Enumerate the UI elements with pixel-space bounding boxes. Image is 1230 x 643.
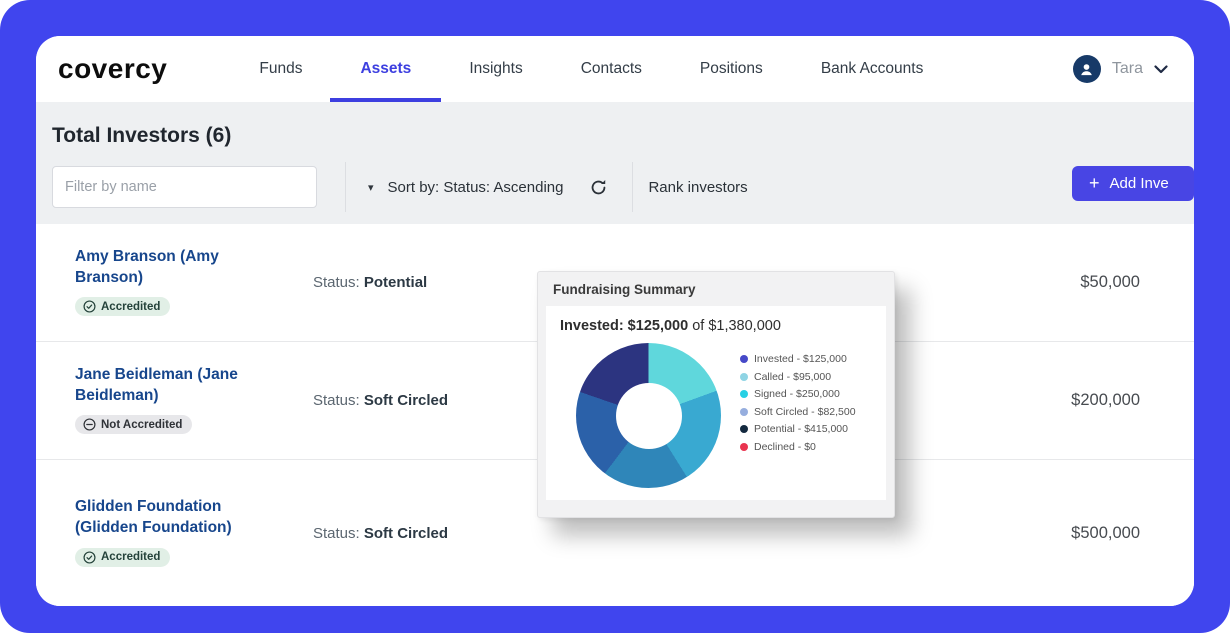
donut-chart bbox=[576, 343, 721, 488]
legend-item: Signed - $250,000 bbox=[740, 388, 856, 400]
legend-item: Declined - $0 bbox=[740, 441, 856, 453]
invested-summary: Invested: $125,000 of $1,380,000 bbox=[560, 318, 872, 334]
investor-amount: $500,000 bbox=[1071, 524, 1140, 543]
investor-name-block: Amy Branson (Amy Branson) Accredited bbox=[75, 247, 273, 319]
app-header: covercy Funds Assets Insights Contacts P… bbox=[36, 36, 1194, 102]
plus-icon: + bbox=[1089, 173, 1100, 194]
investor-status: Status: Potential bbox=[313, 274, 427, 291]
user-name: Tara bbox=[1112, 60, 1143, 78]
check-circle-icon bbox=[83, 300, 96, 313]
status-label: Status: bbox=[313, 274, 360, 291]
legend-dot bbox=[740, 355, 748, 363]
nav-tab-assets[interactable]: Assets bbox=[360, 36, 411, 102]
investor-amount: $200,000 bbox=[1071, 391, 1140, 410]
toolbar-divider bbox=[632, 162, 633, 212]
investor-name-link[interactable]: Jane Beidleman (Jane Beidleman) bbox=[75, 365, 273, 407]
legend-label: Declined - $0 bbox=[754, 441, 816, 453]
investor-name-link[interactable]: Amy Branson (Amy Branson) bbox=[75, 247, 273, 289]
investor-name-block: Glidden Foundation (Glidden Foundation) … bbox=[75, 497, 273, 569]
popup-body: Invested: $125,000 of $1,380,000 Investe… bbox=[546, 306, 886, 500]
rank-investors-button[interactable]: Rank investors bbox=[648, 179, 747, 196]
add-investor-button[interactable]: + Add Inve bbox=[1072, 166, 1194, 201]
nav-tab-insights[interactable]: Insights bbox=[469, 36, 522, 102]
legend-label: Signed - $250,000 bbox=[754, 388, 840, 400]
filter-by-name-input[interactable] bbox=[52, 166, 317, 208]
nav-tab-contacts[interactable]: Contacts bbox=[581, 36, 642, 102]
accredited-badge: Accredited bbox=[75, 297, 170, 316]
toolbar-divider bbox=[345, 162, 346, 212]
investor-name-link[interactable]: Glidden Foundation (Glidden Foundation) bbox=[75, 497, 273, 539]
invested-total: of $1,380,000 bbox=[688, 318, 781, 334]
accredited-badge: Accredited bbox=[75, 548, 170, 567]
donut-hole bbox=[616, 383, 682, 449]
legend-item: Potential - $415,000 bbox=[740, 423, 856, 435]
chart-area: Invested - $125,000 Called - $95,000 Sig… bbox=[560, 343, 872, 488]
status-label: Status: bbox=[313, 525, 360, 542]
legend-dot bbox=[740, 425, 748, 433]
legend-label: Invested - $125,000 bbox=[754, 353, 847, 365]
investor-status: Status: Soft Circled bbox=[313, 525, 448, 542]
legend-item: Soft Circled - $82,500 bbox=[740, 406, 856, 418]
status-value: Soft Circled bbox=[364, 525, 448, 542]
legend-item: Invested - $125,000 bbox=[740, 353, 856, 365]
legend-dot bbox=[740, 443, 748, 451]
nav-tab-positions[interactable]: Positions bbox=[700, 36, 763, 102]
user-menu[interactable]: Tara bbox=[1073, 55, 1168, 83]
refresh-icon[interactable] bbox=[589, 178, 608, 197]
legend-dot bbox=[740, 390, 748, 398]
chevron-down-icon bbox=[1154, 65, 1168, 74]
status-label: Status: bbox=[313, 392, 360, 409]
app-window: covercy Funds Assets Insights Contacts P… bbox=[36, 36, 1194, 606]
legend-label: Potential - $415,000 bbox=[754, 423, 848, 435]
sort-by-control[interactable]: Sort by: Status: Ascending bbox=[388, 179, 564, 196]
page-title: Total Investors (6) bbox=[36, 102, 1194, 162]
badge-label: Accredited bbox=[101, 551, 160, 563]
legend-label: Soft Circled - $82,500 bbox=[754, 406, 856, 418]
investor-amount: $50,000 bbox=[1080, 273, 1140, 292]
add-investor-label: Add Inve bbox=[1110, 175, 1169, 192]
fundraising-summary-popup: Fundraising Summary Invested: $125,000 o… bbox=[537, 271, 895, 518]
main-nav: Funds Assets Insights Contacts Positions… bbox=[259, 36, 923, 102]
status-value: Soft Circled bbox=[364, 392, 448, 409]
popup-title: Fundraising Summary bbox=[538, 272, 894, 306]
nav-tab-funds[interactable]: Funds bbox=[259, 36, 302, 102]
chart-legend: Invested - $125,000 Called - $95,000 Sig… bbox=[740, 353, 856, 488]
not-accredited-badge: Not Accredited bbox=[75, 415, 192, 434]
check-circle-icon bbox=[83, 551, 96, 564]
status-value: Potential bbox=[364, 274, 427, 291]
legend-dot bbox=[740, 373, 748, 381]
nav-tab-bank-accounts[interactable]: Bank Accounts bbox=[821, 36, 924, 102]
invested-amount: Invested: $125,000 bbox=[560, 318, 688, 334]
legend-dot bbox=[740, 408, 748, 416]
investor-status: Status: Soft Circled bbox=[313, 392, 448, 409]
badge-label: Not Accredited bbox=[101, 419, 182, 431]
covercy-logo: covercy bbox=[58, 53, 167, 85]
badge-label: Accredited bbox=[101, 301, 160, 313]
legend-item: Called - $95,000 bbox=[740, 371, 856, 383]
investor-name-block: Jane Beidleman (Jane Beidleman) Not Accr… bbox=[75, 365, 273, 437]
minus-circle-icon bbox=[83, 418, 96, 431]
sort-caret-icon[interactable]: ▾ bbox=[368, 181, 374, 194]
legend-label: Called - $95,000 bbox=[754, 371, 831, 383]
toolbar: ▾ Sort by: Status: Ascending Rank invest… bbox=[52, 162, 1178, 212]
user-avatar-icon bbox=[1073, 55, 1101, 83]
